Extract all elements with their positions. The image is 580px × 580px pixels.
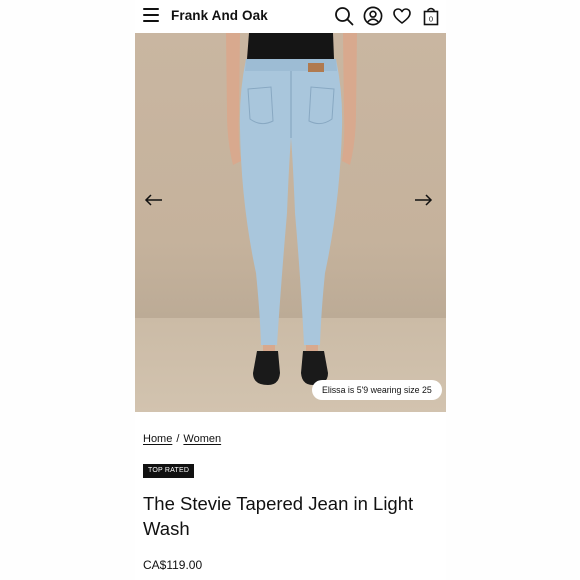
account-icon[interactable]	[363, 6, 383, 26]
breadcrumb-separator: /	[176, 433, 180, 445]
model-size-caption: Elissa is 5'9 wearing size 25	[312, 380, 442, 400]
product-title: The Stevie Tapered Jean in Light Wash	[143, 493, 414, 539]
product-price: CA$119.00	[143, 558, 203, 572]
menu-icon[interactable]	[143, 8, 159, 22]
cart-count: 0	[429, 15, 433, 24]
arrow-right-icon[interactable]	[413, 193, 433, 207]
product-image[interactable]: Elissa is 5'9 wearing size 25	[135, 33, 446, 412]
bag-icon[interactable]: 0	[421, 6, 441, 26]
right-margin	[446, 0, 580, 580]
breadcrumb: Home / Women	[143, 433, 221, 445]
breadcrumb-home-link[interactable]: Home	[143, 433, 172, 445]
mobile-page: Frank And Oak 0 Elissa is 5'9 wearing si…	[135, 0, 446, 580]
brand-logo[interactable]: Frank And Oak	[171, 8, 268, 23]
breadcrumb-women-link[interactable]: Women	[183, 433, 221, 445]
arrow-left-icon[interactable]	[144, 193, 164, 207]
top-rated-badge: TOP RATED	[143, 464, 195, 478]
left-margin	[0, 0, 135, 580]
search-icon[interactable]	[334, 6, 354, 26]
site-header: Frank And Oak 0	[135, 0, 446, 33]
heart-icon[interactable]	[392, 6, 412, 26]
model-jeans-illustration	[226, 33, 357, 385]
